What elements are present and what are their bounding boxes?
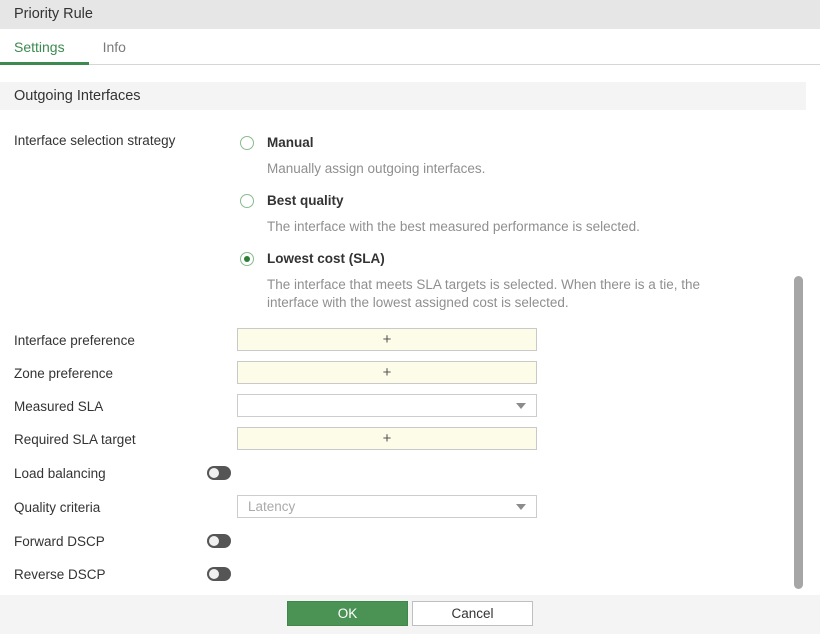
forward-dscp-toggle[interactable] xyxy=(207,534,231,548)
tab-info[interactable]: Info xyxy=(89,29,142,65)
radio-option-best-quality[interactable]: Best quality The interface with the best… xyxy=(240,193,760,236)
toggle-knob-icon xyxy=(209,536,219,546)
radio-option-lowest-cost-sla[interactable]: Lowest cost (SLA) The interface that mee… xyxy=(240,251,760,312)
radio-row[interactable]: Manual xyxy=(240,135,760,151)
quality-criteria-label: Quality criteria xyxy=(14,500,100,515)
zone-preference-add-button[interactable]: + xyxy=(237,361,537,384)
priority-rule-dialog: Priority Rule Settings Info Outgoing Int… xyxy=(0,0,820,634)
radio-option-description: The interface with the best measured per… xyxy=(267,218,732,236)
quality-criteria-value: Latency xyxy=(248,499,516,514)
measured-sla-label: Measured SLA xyxy=(14,399,103,414)
interface-preference-label: Interface preference xyxy=(14,333,135,348)
zone-preference-label: Zone preference xyxy=(14,366,113,381)
scrollbar-thumb[interactable] xyxy=(794,276,803,589)
radio-option-description: The interface that meets SLA targets is … xyxy=(267,276,732,312)
add-icon: + xyxy=(383,331,392,348)
dialog-footer: OK Cancel xyxy=(0,595,820,634)
ok-button[interactable]: OK xyxy=(287,601,408,626)
radio-option-manual[interactable]: Manual Manually assign outgoing interfac… xyxy=(240,135,760,178)
forward-dscp-label: Forward DSCP xyxy=(14,534,105,549)
radio-option-label: Lowest cost (SLA) xyxy=(267,251,385,267)
tab-bar: Settings Info xyxy=(0,29,820,65)
chevron-down-icon xyxy=(516,504,526,510)
tab-settings[interactable]: Settings xyxy=(0,29,89,65)
load-balancing-label: Load balancing xyxy=(14,466,106,481)
interface-selection-strategy-label: Interface selection strategy xyxy=(14,133,175,148)
radio-icon[interactable] xyxy=(240,136,254,150)
measured-sla-select[interactable] xyxy=(237,394,537,417)
radio-icon[interactable] xyxy=(240,252,254,266)
interface-preference-add-button[interactable]: + xyxy=(237,328,537,351)
add-icon: + xyxy=(383,430,392,447)
toggle-knob-icon xyxy=(209,569,219,579)
radio-icon[interactable] xyxy=(240,194,254,208)
reverse-dscp-label: Reverse DSCP xyxy=(14,567,106,582)
quality-criteria-select[interactable]: Latency xyxy=(237,495,537,518)
dialog-title: Priority Rule xyxy=(0,0,820,29)
radio-row[interactable]: Lowest cost (SLA) xyxy=(240,251,760,267)
radio-option-label: Manual xyxy=(267,135,314,151)
cancel-button[interactable]: Cancel xyxy=(412,601,533,626)
add-icon: + xyxy=(383,364,392,381)
toggle-knob-icon xyxy=(209,468,219,478)
reverse-dscp-toggle[interactable] xyxy=(207,567,231,581)
load-balancing-toggle[interactable] xyxy=(207,466,231,480)
chevron-down-icon xyxy=(516,403,526,409)
required-sla-target-add-button[interactable]: + xyxy=(237,427,537,450)
radio-option-label: Best quality xyxy=(267,193,344,209)
radio-row[interactable]: Best quality xyxy=(240,193,760,209)
required-sla-target-label: Required SLA target xyxy=(14,432,136,447)
radio-option-description: Manually assign outgoing interfaces. xyxy=(267,160,732,178)
section-outgoing-interfaces: Outgoing Interfaces xyxy=(0,82,806,110)
